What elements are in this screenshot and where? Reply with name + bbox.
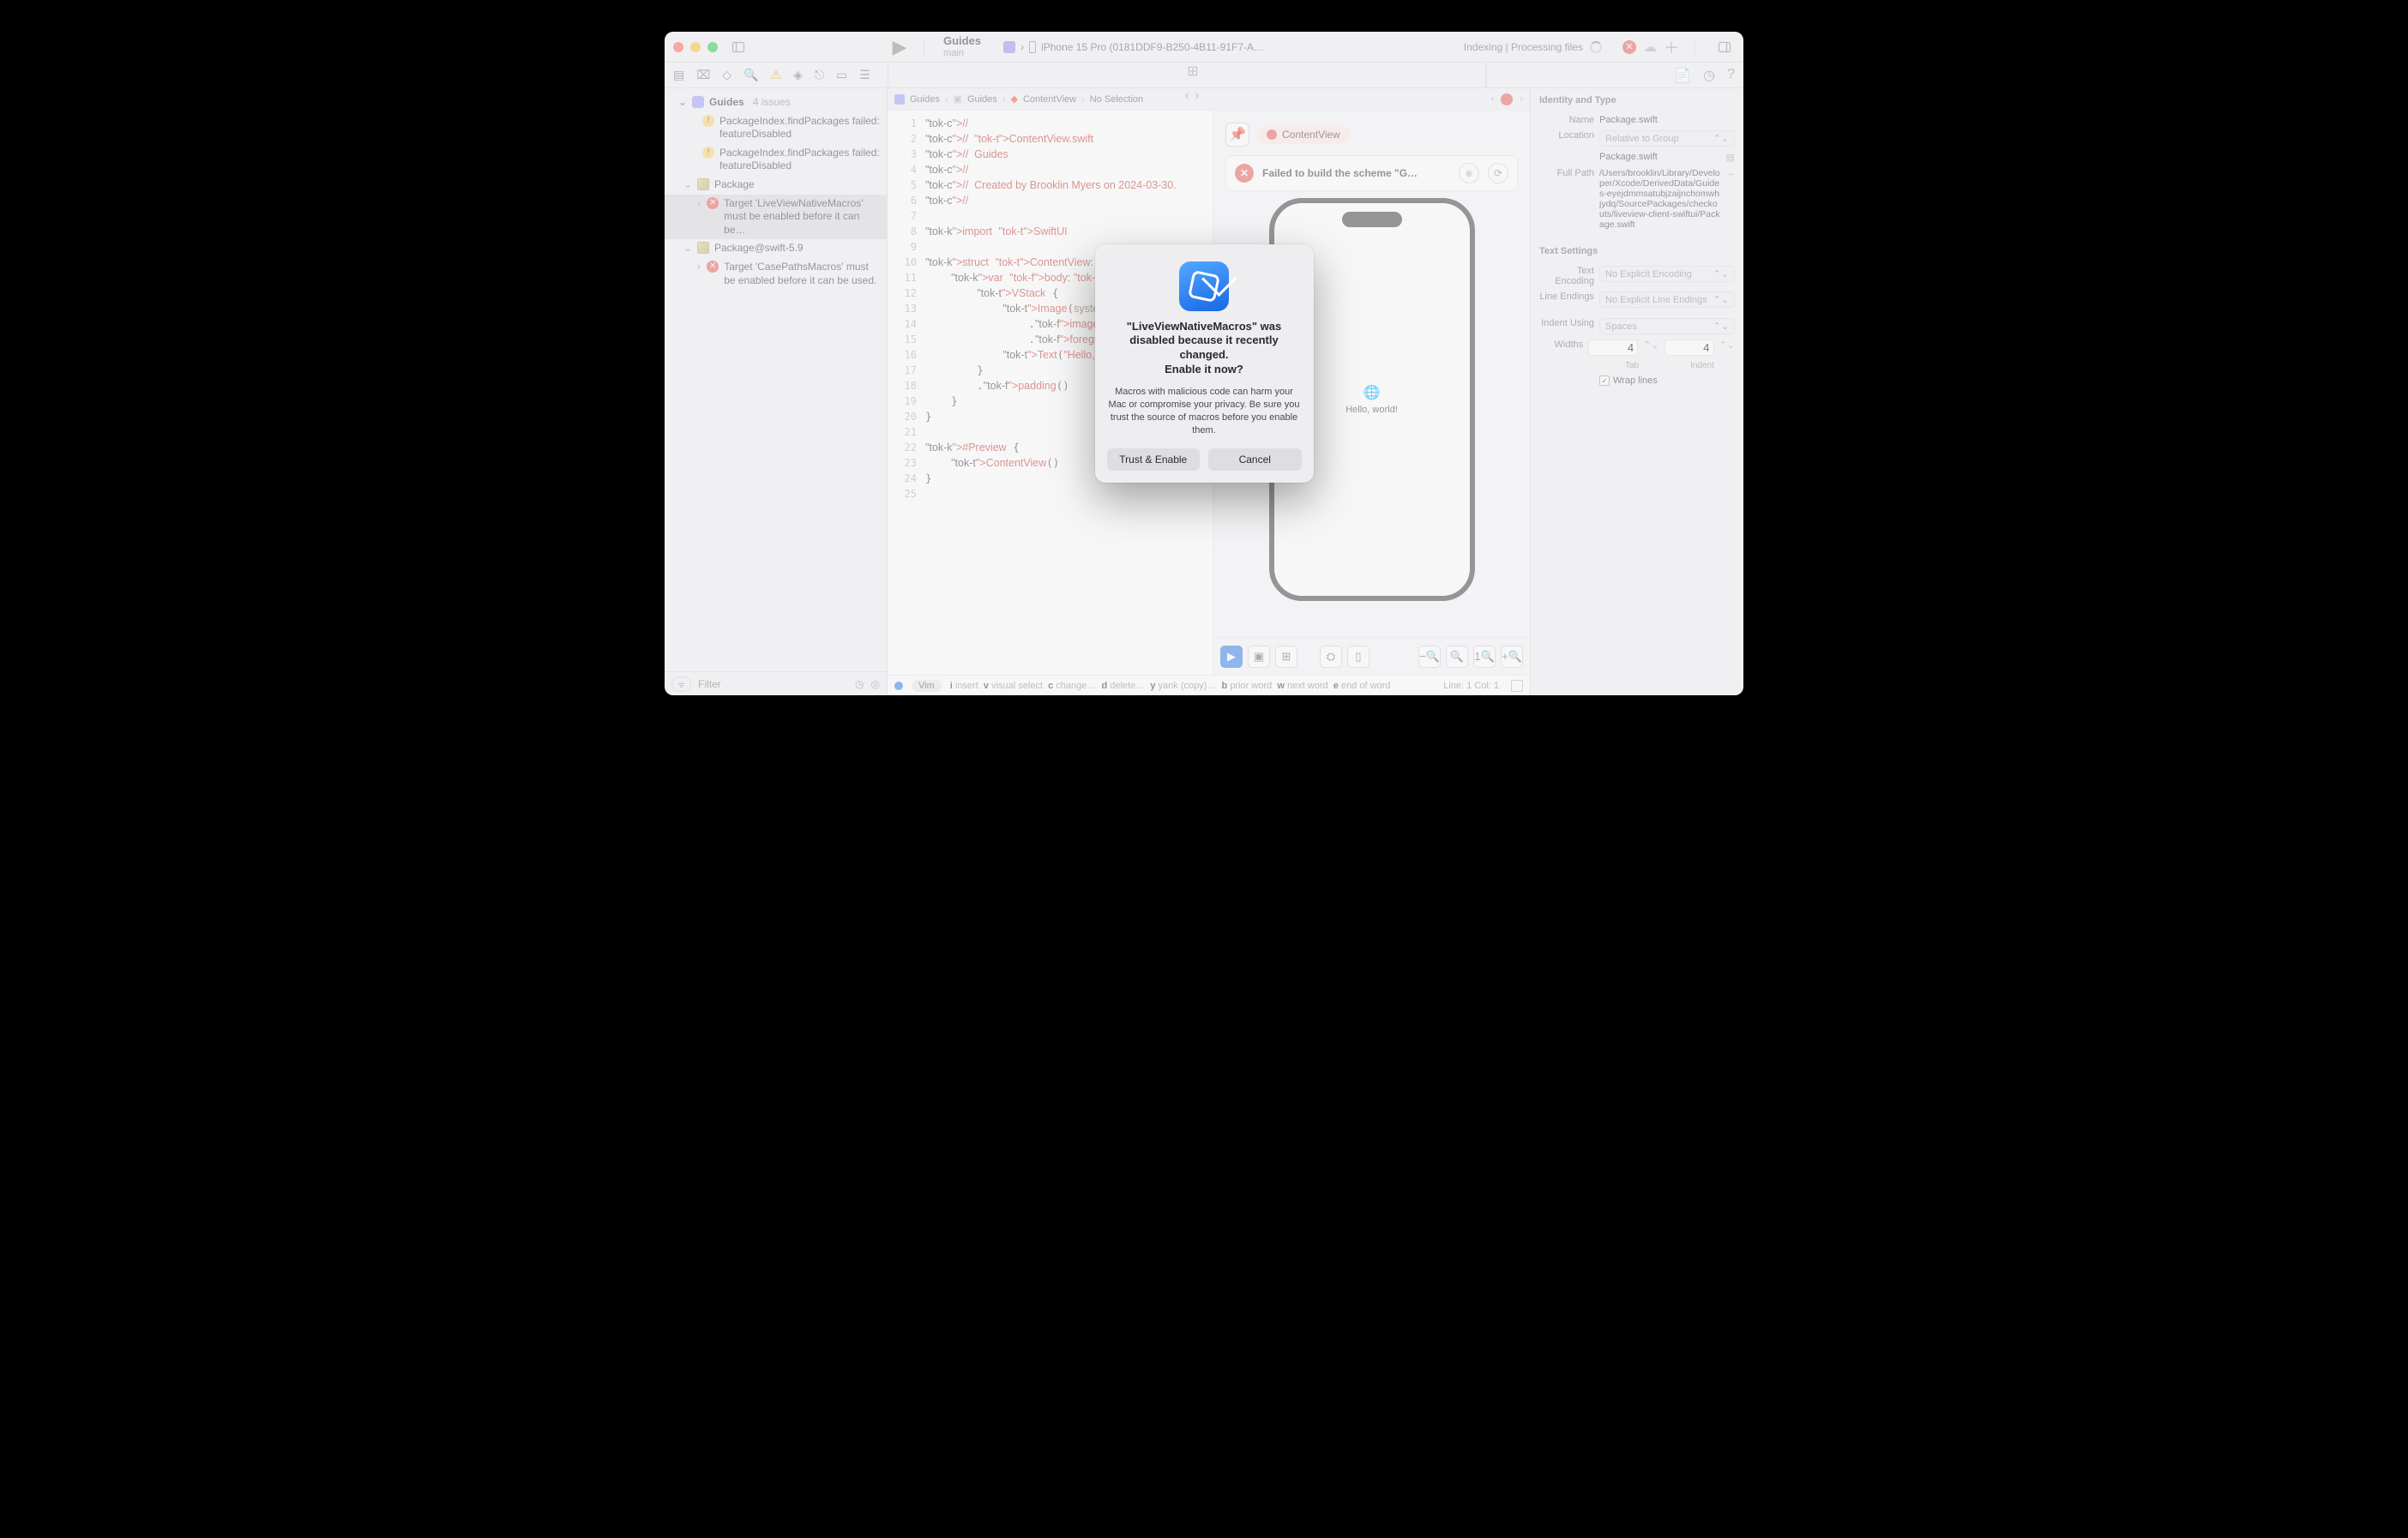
macro-trust-dialog: "LiveViewNativeMacros" was disabled beca… [1095, 244, 1314, 484]
xcode-app-icon [1179, 261, 1229, 311]
xcode-window: ▶ Guides main › iPhone 15 Pro (0181DDF9-… [665, 32, 1743, 695]
dialog-title: "LiveViewNativeMacros" was disabled beca… [1107, 320, 1302, 378]
trust-enable-button[interactable]: Trust & Enable [1107, 448, 1201, 471]
cancel-button[interactable]: Cancel [1208, 448, 1302, 471]
dialog-message: Macros with malicious code can harm your… [1107, 386, 1302, 436]
modal-backdrop: "LiveViewNativeMacros" was disabled beca… [665, 32, 1743, 695]
